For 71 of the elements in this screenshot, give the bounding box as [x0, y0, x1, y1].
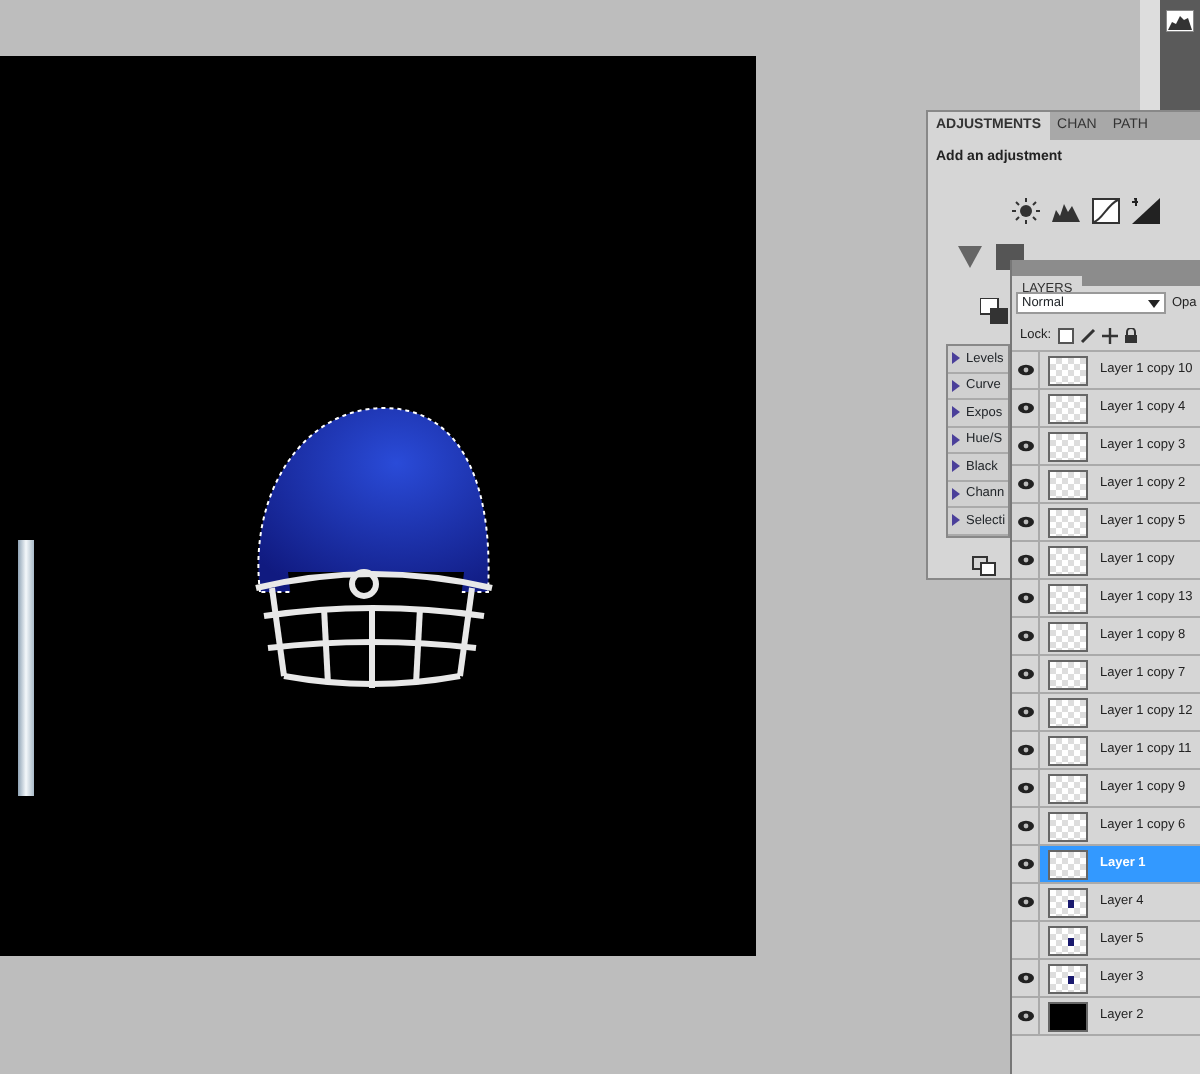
eye-icon: [1017, 896, 1033, 908]
visibility-toggle[interactable]: [1012, 656, 1040, 692]
expand-arrow-icon[interactable]: [952, 460, 960, 473]
visibility-toggle[interactable]: [1012, 504, 1040, 540]
return-icon[interactable]: [972, 556, 996, 576]
layer-thumbnail: [1048, 659, 1088, 689]
layer-thumbnail: [1048, 621, 1088, 651]
eye-icon: [1017, 706, 1033, 718]
expand-arrow-icon[interactable]: [952, 487, 960, 500]
layer-thumbnail: [1048, 811, 1088, 841]
expand-arrow-icon[interactable]: [952, 352, 960, 365]
visibility-toggle[interactable]: [1012, 390, 1040, 426]
histogram-icon[interactable]: [1166, 10, 1194, 32]
exposure-icon[interactable]: [1132, 197, 1160, 223]
visibility-toggle[interactable]: [1012, 960, 1040, 996]
eye-icon: [1017, 402, 1033, 414]
visibility-toggle[interactable]: [1012, 998, 1040, 1034]
visibility-toggle[interactable]: [1012, 466, 1040, 502]
eye-icon: [1017, 782, 1033, 794]
brush-icon[interactable]: [1079, 327, 1096, 343]
visibility-toggle[interactable]: [1012, 618, 1040, 654]
layer-thumbnail: [1048, 849, 1088, 879]
expand-arrow-icon[interactable]: [952, 514, 960, 527]
layer-thumbnail: [1048, 925, 1088, 955]
visibility-toggle[interactable]: [1012, 732, 1040, 768]
eye-icon: [1017, 744, 1033, 756]
eye-icon: [1017, 364, 1033, 376]
layer-thumbnail: [1048, 583, 1088, 613]
visibility-toggle[interactable]: [1012, 580, 1040, 616]
move-icon[interactable]: [1101, 327, 1118, 343]
caret-icon: [1148, 299, 1160, 307]
layer-thumbnail: [1048, 697, 1088, 727]
visibility-toggle[interactable]: [1012, 846, 1040, 882]
visibility-toggle[interactable]: [1012, 428, 1040, 464]
layer-thumbnail: [1048, 469, 1088, 499]
eye-icon: [1017, 972, 1033, 984]
eye-icon: [1017, 592, 1033, 604]
brightness-icon[interactable]: [1012, 197, 1040, 223]
visibility-toggle[interactable]: [1012, 352, 1040, 388]
eye-icon: [1017, 516, 1033, 528]
triangle-icon[interactable]: [956, 243, 984, 269]
expand-arrow-icon[interactable]: [952, 433, 960, 446]
layer-thumbnail: [1048, 393, 1088, 423]
expand-arrow-icon[interactable]: [952, 379, 960, 392]
curves-icon[interactable]: [1092, 197, 1120, 223]
layer-thumbnail: [1048, 1001, 1088, 1031]
visibility-toggle[interactable]: [1012, 694, 1040, 730]
visibility-toggle[interactable]: [1012, 542, 1040, 578]
eye-icon: [1017, 858, 1033, 870]
expand-arrow-icon[interactable]: [952, 406, 960, 419]
layer-thumbnail: [1048, 773, 1088, 803]
lock-transparency-icon[interactable]: [1057, 327, 1074, 343]
eye-icon: [1017, 440, 1033, 452]
visibility-toggle[interactable]: [1012, 884, 1040, 920]
layer-thumbnail: [1048, 545, 1088, 575]
eye-icon: [1017, 820, 1033, 832]
layer-thumbnail: [1048, 507, 1088, 537]
eye-icon: [1017, 554, 1033, 566]
eye-icon: [1017, 478, 1033, 490]
layer-thumbnail: [1048, 735, 1088, 765]
lock-icon[interactable]: [1123, 327, 1138, 343]
layer-thumbnail: [1048, 355, 1088, 385]
layer-thumbnail: [1048, 431, 1088, 461]
eye-icon: [1017, 630, 1033, 642]
mask-icon[interactable]: [980, 298, 1008, 324]
visibility-toggle[interactable]: [1012, 808, 1040, 844]
eye-icon: [1017, 668, 1033, 680]
layer-thumbnail: [1048, 887, 1088, 917]
eye-icon: [1017, 1010, 1033, 1022]
visibility-toggle[interactable]: [1012, 770, 1040, 806]
layer-thumbnail: [1048, 963, 1088, 993]
